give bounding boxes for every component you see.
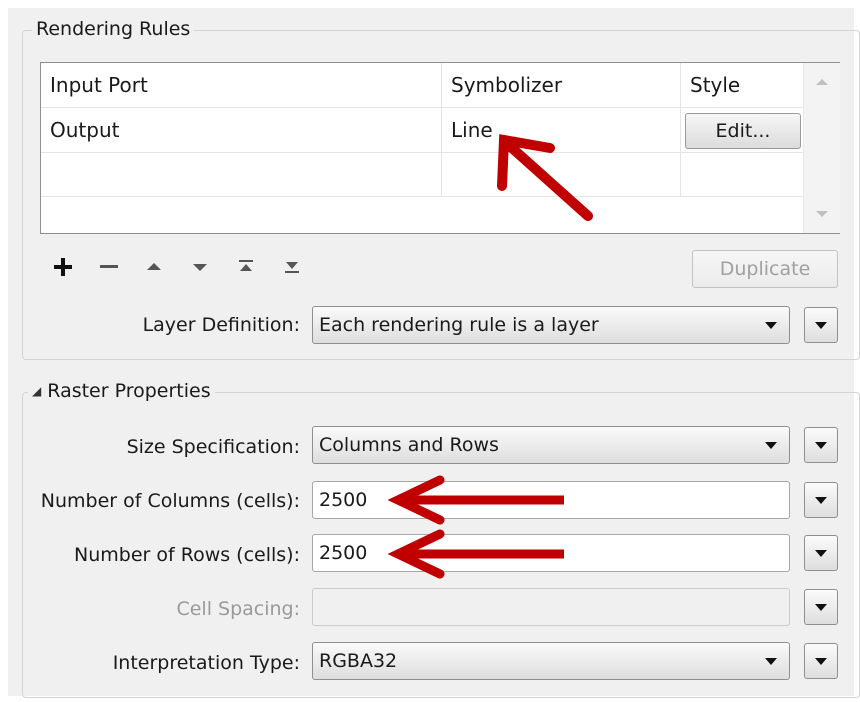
raster-properties-title: Raster Properties xyxy=(47,380,211,402)
layer-definition-label: Layer Definition: xyxy=(142,314,300,336)
num-rows-input[interactable]: 2500 xyxy=(312,534,790,572)
interpretation-type-label: Interpretation Type: xyxy=(112,652,300,674)
num-columns-input[interactable]: 2500 xyxy=(312,481,790,519)
rendering-rules-title: Rendering Rules xyxy=(32,17,195,41)
interpretation-type-dropdown[interactable]: RGBA32 xyxy=(312,642,790,680)
num-rows-menu-button[interactable] xyxy=(804,535,838,571)
cell-spacing-menu-button[interactable] xyxy=(804,589,838,625)
scroll-down-icon[interactable] xyxy=(816,211,828,217)
cell-symbolizer[interactable]: Line xyxy=(442,108,680,152)
chevron-down-icon xyxy=(815,604,827,611)
row-divider xyxy=(41,196,803,197)
cell-spacing-input xyxy=(312,588,790,626)
num-columns-menu-button[interactable] xyxy=(804,482,838,518)
edit-style-button[interactable]: Edit... xyxy=(685,113,801,149)
move-down-icon[interactable] xyxy=(190,258,210,276)
cell-input-port[interactable]: Output xyxy=(41,108,441,152)
remove-icon[interactable] xyxy=(98,256,120,278)
column-header-symbolizer[interactable]: Symbolizer xyxy=(442,63,680,107)
chevron-down-icon xyxy=(815,550,827,557)
chevron-down-icon xyxy=(815,322,827,329)
size-specification-menu-button[interactable] xyxy=(804,427,838,463)
layer-definition-value: Each rendering rule is a layer xyxy=(319,314,599,336)
chevron-down-icon xyxy=(815,497,827,504)
chevron-down-icon xyxy=(765,322,777,329)
size-specification-label: Size Specification: xyxy=(126,436,300,458)
size-specification-dropdown[interactable]: Columns and Rows xyxy=(312,426,790,464)
chevron-down-icon xyxy=(815,658,827,665)
column-header-input-port[interactable]: Input Port xyxy=(41,63,441,107)
move-top-icon[interactable] xyxy=(236,256,256,276)
num-columns-label: Number of Columns (cells): xyxy=(40,490,300,512)
table-scrollbar[interactable] xyxy=(803,63,840,233)
column-header-style[interactable]: Style xyxy=(681,63,801,107)
layer-definition-menu-button[interactable] xyxy=(804,307,838,343)
chevron-down-icon xyxy=(765,658,777,665)
interpretation-type-value: RGBA32 xyxy=(319,650,398,672)
empty-row[interactable] xyxy=(41,153,801,196)
cell-spacing-label: Cell Spacing: xyxy=(176,598,300,620)
scroll-up-icon[interactable] xyxy=(816,79,828,85)
collapse-triangle-icon[interactable]: ◢ xyxy=(32,384,41,398)
move-bottom-icon[interactable] xyxy=(282,256,302,276)
duplicate-button[interactable]: Duplicate xyxy=(692,250,838,288)
chevron-down-icon xyxy=(765,442,777,449)
raster-properties-header[interactable]: ◢ Raster Properties xyxy=(28,379,215,403)
move-up-icon[interactable] xyxy=(144,258,164,276)
chevron-down-icon xyxy=(815,442,827,449)
size-specification-value: Columns and Rows xyxy=(319,434,499,456)
rendering-rules-table: Input Port Symbolizer Style Output Line … xyxy=(40,62,840,234)
num-rows-label: Number of Rows (cells): xyxy=(74,544,300,566)
interpretation-type-menu-button[interactable] xyxy=(804,643,838,679)
add-icon[interactable] xyxy=(52,256,74,278)
layer-definition-dropdown[interactable]: Each rendering rule is a layer xyxy=(312,306,790,344)
